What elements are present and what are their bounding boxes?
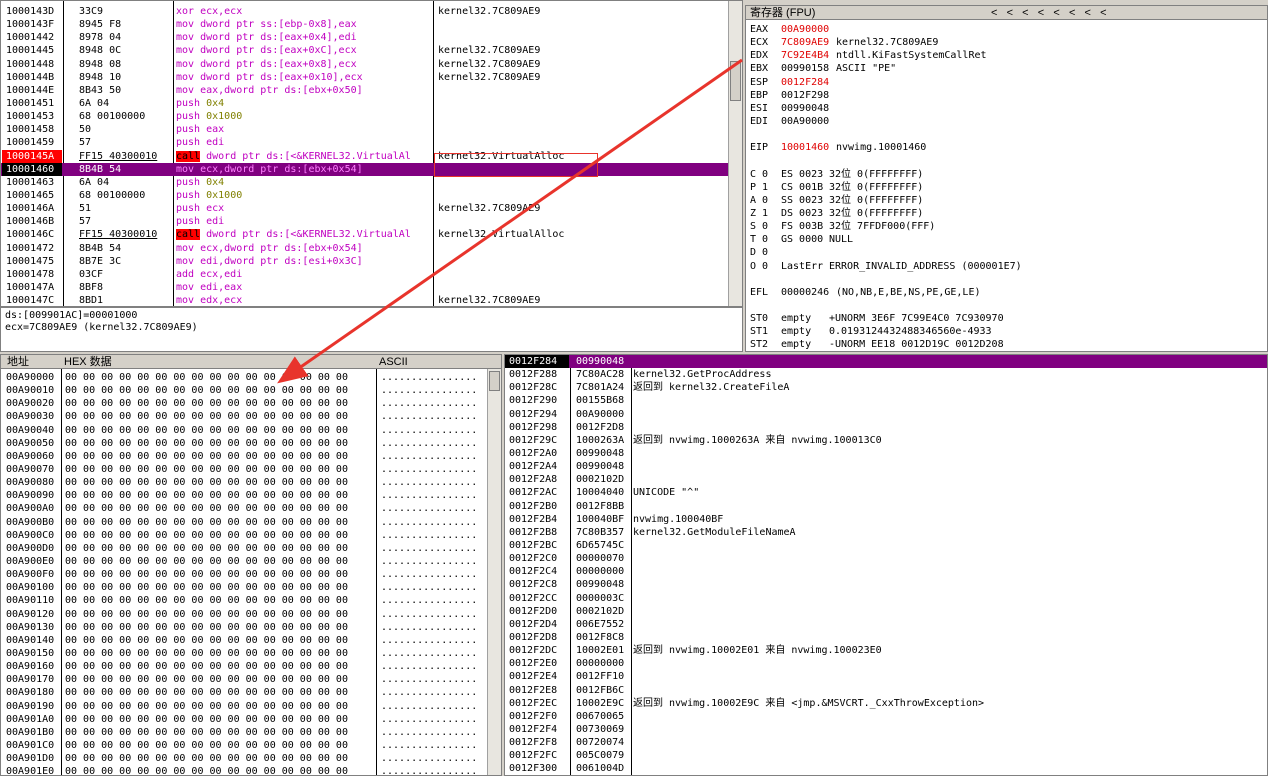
annotation-arrow bbox=[277, 58, 743, 384]
